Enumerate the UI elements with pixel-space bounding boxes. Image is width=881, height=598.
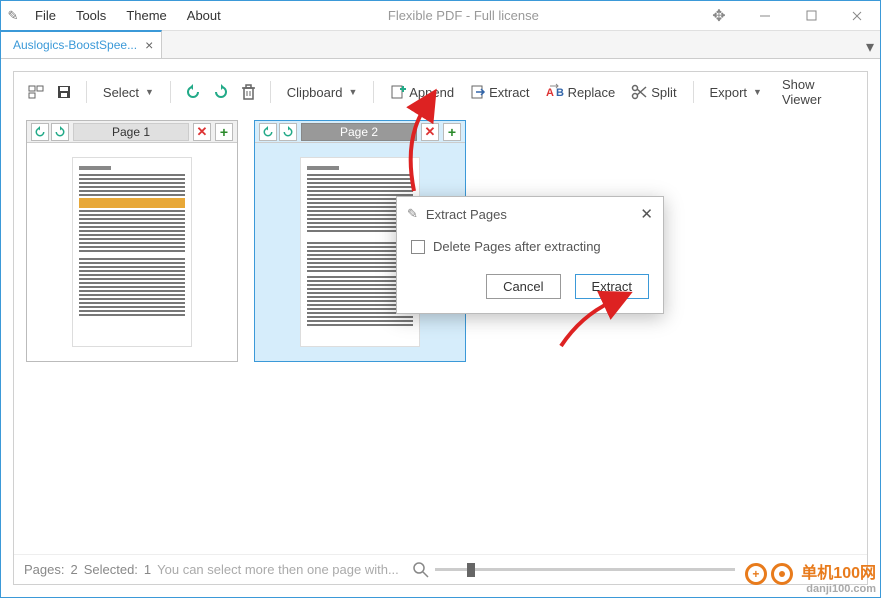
export-button[interactable]: Export▼ bbox=[703, 83, 768, 102]
zoom-slider[interactable] bbox=[435, 568, 735, 571]
watermark: + 单机100网 danji100.com bbox=[745, 559, 876, 595]
magnifier-icon bbox=[413, 562, 429, 578]
separator bbox=[86, 81, 87, 103]
dialog-close-icon[interactable]: ✕ bbox=[640, 205, 653, 223]
menu-bar: File Tools Theme About bbox=[25, 8, 231, 23]
minimize-button[interactable] bbox=[742, 1, 788, 31]
selected-label: Selected: bbox=[84, 562, 138, 577]
window-title: Flexible PDF - Full license bbox=[231, 8, 696, 23]
replace-icon: AB bbox=[546, 85, 564, 99]
rotate-ccw-icon[interactable] bbox=[259, 123, 277, 141]
document-tab[interactable]: Auslogics-BoostSpee... × bbox=[1, 30, 162, 58]
separator bbox=[373, 81, 374, 103]
scissors-icon bbox=[631, 84, 647, 100]
zoom-handle[interactable] bbox=[467, 563, 475, 577]
trash-icon[interactable] bbox=[237, 82, 260, 102]
dialog-titlebar: ✎ Extract Pages ✕ bbox=[397, 197, 663, 231]
menu-theme[interactable]: Theme bbox=[116, 8, 176, 23]
tab-overflow-icon[interactable]: ▾ bbox=[866, 37, 874, 57]
title-bar: ✎ File Tools Theme About Flexible PDF - … bbox=[1, 1, 880, 31]
rotate-cw-icon[interactable] bbox=[279, 123, 297, 141]
delete-page-icon[interactable]: ✕ bbox=[421, 123, 439, 141]
tab-label: Auslogics-BoostSpee... bbox=[13, 38, 137, 52]
thumbnail-preview bbox=[27, 143, 237, 361]
cancel-button[interactable]: Cancel bbox=[486, 274, 560, 299]
pages-label: Pages: bbox=[24, 562, 64, 577]
checkbox-icon[interactable] bbox=[411, 240, 425, 254]
watermark-logo-icon: + bbox=[745, 563, 793, 585]
replace-button[interactable]: ABReplace bbox=[540, 83, 622, 102]
extract-icon bbox=[470, 84, 485, 100]
separator bbox=[270, 81, 271, 103]
zoom-control[interactable] bbox=[413, 562, 735, 578]
page-label: Page 2 bbox=[301, 123, 417, 141]
clipboard-button[interactable]: Clipboard▼ bbox=[281, 83, 364, 102]
rotate-cw-icon[interactable] bbox=[209, 82, 233, 102]
checkbox-label: Delete Pages after extracting bbox=[433, 239, 601, 254]
add-page-icon[interactable]: + bbox=[443, 123, 461, 141]
selected-count: 1 bbox=[144, 562, 151, 577]
chevron-down-icon: ▼ bbox=[753, 87, 762, 97]
page-thumbnail[interactable]: Page 1 ✕ + bbox=[26, 120, 238, 362]
thumbnail-header: Page 1 ✕ + bbox=[27, 121, 237, 143]
extract-dialog: ✎ Extract Pages ✕ Delete Pages after ext… bbox=[396, 196, 664, 314]
rotate-ccw-icon[interactable] bbox=[181, 82, 205, 102]
append-button[interactable]: Append bbox=[384, 82, 460, 102]
extract-confirm-button[interactable]: Extract bbox=[575, 274, 649, 299]
delete-after-checkbox[interactable]: Delete Pages after extracting bbox=[411, 239, 649, 254]
separator bbox=[693, 81, 694, 103]
watermark-text: 单机100网 bbox=[801, 565, 876, 582]
svg-text:B: B bbox=[556, 87, 564, 99]
thumbnail-header: Page 2 ✕ + bbox=[255, 121, 465, 143]
select-button[interactable]: Select▼ bbox=[97, 83, 160, 102]
svg-text:A: A bbox=[546, 87, 554, 99]
close-button[interactable] bbox=[834, 1, 880, 31]
layout-icon-1[interactable] bbox=[24, 82, 48, 102]
toolbar: Select▼ Clipboard▼ Append Extract ABRepl… bbox=[14, 72, 867, 112]
move-icon[interactable]: ✥ bbox=[696, 1, 742, 31]
content-area: Select▼ Clipboard▼ Append Extract ABRepl… bbox=[1, 59, 880, 597]
chevron-down-icon: ▼ bbox=[145, 87, 154, 97]
pages-count: 2 bbox=[70, 562, 77, 577]
add-page-icon[interactable]: + bbox=[215, 123, 233, 141]
rotate-ccw-icon[interactable] bbox=[31, 123, 49, 141]
main-window: ✎ File Tools Theme About Flexible PDF - … bbox=[0, 0, 881, 598]
work-panel: Select▼ Clipboard▼ Append Extract ABRepl… bbox=[13, 71, 868, 585]
maximize-button[interactable] bbox=[788, 1, 834, 31]
extract-button[interactable]: Extract bbox=[464, 82, 535, 102]
rotate-cw-icon[interactable] bbox=[51, 123, 69, 141]
dialog-icon: ✎ bbox=[407, 206, 418, 222]
page-label: Page 1 bbox=[73, 123, 189, 141]
separator bbox=[170, 81, 171, 103]
status-hint: You can select more then one page with..… bbox=[157, 562, 399, 577]
split-button[interactable]: Split bbox=[625, 82, 682, 102]
menu-file[interactable]: File bbox=[25, 8, 66, 23]
menu-tools[interactable]: Tools bbox=[66, 8, 116, 23]
status-bar: Pages: 2 Selected: 1 You can select more… bbox=[14, 554, 867, 584]
app-icon: ✎ bbox=[1, 8, 25, 24]
tab-bar: Auslogics-BoostSpee... × ▾ bbox=[1, 31, 880, 59]
save-icon[interactable] bbox=[52, 82, 76, 102]
append-icon bbox=[390, 84, 405, 100]
dialog-title: Extract Pages bbox=[426, 207, 507, 222]
thumbnail-area: Page 1 ✕ + bbox=[14, 112, 867, 554]
tab-close-icon[interactable]: × bbox=[145, 37, 153, 53]
chevron-down-icon: ▼ bbox=[348, 87, 357, 97]
window-controls: ✥ bbox=[696, 1, 880, 31]
delete-page-icon[interactable]: ✕ bbox=[193, 123, 211, 141]
show-viewer-button[interactable]: Show Viewer bbox=[776, 75, 857, 109]
menu-about[interactable]: About bbox=[177, 8, 231, 23]
